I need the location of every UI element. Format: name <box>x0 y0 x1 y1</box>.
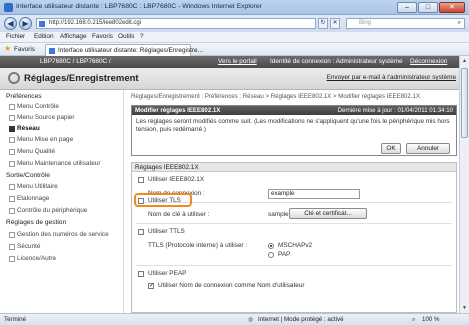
browser-tab[interactable]: Interface utilisateur distante: Réglages… <box>45 44 203 56</box>
ieee-settings-section: Réglages IEEE802.1X Utiliser IEEE802.1X … <box>131 162 457 313</box>
ok-button[interactable]: OK <box>381 143 401 154</box>
ttls-pap-radio[interactable] <box>268 252 274 258</box>
sidebar-item-numeros-service[interactable]: Gestion des numéros de service <box>9 231 109 238</box>
status-text: Terminé <box>4 316 27 323</box>
menu-favoris[interactable]: Favoris <box>92 33 113 40</box>
use-ttls-checkbox[interactable] <box>138 229 144 235</box>
use-peap-checkbox[interactable] <box>138 271 144 277</box>
use-tls-checkbox[interactable] <box>138 198 144 204</box>
menu-affichage[interactable]: Affichage <box>60 33 87 40</box>
forward-button[interactable]: ▶ <box>19 17 32 30</box>
status-bar: Terminé ◍ Internet | Mode protégé : acti… <box>0 313 469 325</box>
search-icon[interactable]: ⌕ <box>458 19 461 28</box>
key-name-value: sample <box>268 211 289 218</box>
login-info: Identité de connexion : Administrateur s… <box>270 58 403 65</box>
sidebar-item-source-papier[interactable]: Menu Source papier <box>9 114 75 121</box>
sidebar-group-gestion: Réglages de gestion <box>6 219 67 226</box>
address-toolbar: ◀ ▶ http://192.168.0.215/iee802edit.cgi … <box>0 15 469 32</box>
sidebar-item-qualite[interactable]: Menu Qualité <box>8 148 55 155</box>
sidebar-item-securite[interactable]: Sécurité <box>8 243 40 250</box>
minimize-button[interactable]: – <box>397 2 417 13</box>
dialog-header: Modifier réglages IEEE802.1X Dernière mi… <box>132 106 456 115</box>
use-login-as-user-label: Utiliser Nom de connexion comme Nom d'ut… <box>158 282 305 289</box>
breadcrumb: Réglages/Enregistrement : Préférences : … <box>131 93 420 100</box>
use-ttls-label: Utiliser TTLS <box>148 228 185 235</box>
logout-link[interactable]: Déconnexion <box>410 58 447 65</box>
page-header: Réglages/Enregistrement Envoyer par e-ma… <box>0 68 469 90</box>
sidebar-item-etalonnage[interactable]: Etalonnage <box>8 195 49 202</box>
stop-button[interactable]: ✕ <box>330 18 340 29</box>
ie-app-icon <box>4 3 13 12</box>
sidebar-group-sortie: Sortie/Contrôle <box>6 172 50 179</box>
ttls-mschapv2-label: MSCHAPv2 <box>278 242 313 249</box>
status-zone: Internet | Mode protégé : activé <box>258 316 344 323</box>
menu-bar: Fichier Edition Affichage Favoris Outils… <box>0 32 469 43</box>
use-peap-label: Utiliser PEAP <box>148 270 187 277</box>
zoom-level[interactable]: 100 % <box>422 316 440 323</box>
globe-icon: ◍ <box>248 316 254 323</box>
sidebar-item-licence[interactable]: Licence/Autre <box>8 255 56 262</box>
favorites-label[interactable]: Favoris <box>14 46 35 53</box>
use-ieee-label: Utiliser IEEE802.1X <box>148 176 205 183</box>
tab-favicon-icon <box>49 48 55 54</box>
page-title: Réglages/Enregistrement <box>24 73 139 84</box>
sidebar-group-preferences: Préférences <box>6 93 42 100</box>
page-favicon-icon <box>39 21 45 27</box>
search-placeholder: Bing <box>359 20 372 26</box>
favorites-bar: ★ Favoris Interface utilisateur distante… <box>0 43 469 56</box>
window-title: Interface utilisateur distante : LBP7680… <box>16 3 262 10</box>
menu-outils[interactable]: Outils <box>118 33 134 40</box>
vertical-scrollbar[interactable]: ▲ ▼ <box>459 56 469 313</box>
divider <box>136 265 452 266</box>
ttls-pap-label: PAP <box>278 251 291 258</box>
ttls-mschapv2-radio[interactable] <box>268 243 274 249</box>
sidebar-item-mise-en-page[interactable]: Menu Mise en page <box>8 136 73 143</box>
sidebar: Préférences Menu Contrôle Menu Source pa… <box>0 90 124 313</box>
cancel-button[interactable]: Annuler <box>406 143 450 154</box>
use-login-as-user-checkbox[interactable] <box>148 282 154 289</box>
refresh-button[interactable]: ↻ <box>318 18 328 29</box>
back-button[interactable]: ◀ <box>4 17 17 30</box>
settings-logo-icon <box>8 72 20 84</box>
scroll-down-icon[interactable]: ▼ <box>461 304 468 312</box>
favorites-star-icon[interactable]: ★ <box>4 45 11 53</box>
sidebar-item-utilitaire[interactable]: Menu Utilitaire <box>9 183 58 190</box>
dialog-title: Modifier réglages IEEE802.1X <box>135 107 221 114</box>
close-button[interactable]: ✕ <box>439 2 465 13</box>
key-certificate-button[interactable]: Clé et certificat... <box>289 208 367 219</box>
portal-link[interactable]: Vers le portail <box>218 58 257 65</box>
menu-help[interactable]: ? <box>140 33 144 40</box>
use-tls-label: Utiliser TLS <box>148 197 181 204</box>
menu-edition[interactable]: Edition <box>34 33 54 40</box>
edit-dialog: Modifier réglages IEEE802.1X Dernière mi… <box>131 105 457 156</box>
menu-fichier[interactable]: Fichier <box>6 33 25 40</box>
search-input[interactable]: Bing ⌕ <box>346 18 465 29</box>
scroll-up-icon[interactable]: ▲ <box>461 57 468 65</box>
tab-title: Interface utilisateur distante: Réglages… <box>58 47 203 54</box>
key-name-label: Nom de clé à utiliser : <box>148 211 210 218</box>
use-ieee-checkbox[interactable] <box>138 177 144 183</box>
section-title: Réglages IEEE802.1X <box>135 164 199 171</box>
ttls-protocol-label: TTLS (Protocole interne) à utiliser : <box>148 242 248 249</box>
product-model: LBP7680C / LBP7680C / <box>40 58 111 65</box>
scroll-thumb[interactable] <box>461 68 468 138</box>
address-input[interactable]: http://192.168.0.215/iee802edit.cgi <box>36 18 316 29</box>
dialog-message: Les réglages seront modifiés comme suit.… <box>136 118 450 133</box>
divider <box>136 223 452 224</box>
login-name-input[interactable]: example <box>268 189 360 199</box>
sidebar-item-maintenance[interactable]: Menu Maintenance utilisateur <box>8 160 100 167</box>
zoom-icon[interactable]: ⌕ <box>412 316 415 324</box>
page-content: LBP7680C / LBP7680C / Vers le portail Id… <box>0 56 469 313</box>
product-bar: LBP7680C / LBP7680C / Vers le portail Id… <box>0 56 469 68</box>
maximize-button[interactable]: □ <box>418 2 438 13</box>
sidebar-item-menu-controle[interactable]: Menu Contrôle <box>9 103 59 110</box>
last-update: Dernière mise à jour : 01/04/2011 01:34:… <box>337 107 453 114</box>
sidebar-item-reseau[interactable]: Réseau <box>9 125 40 132</box>
sidebar-item-controle-peripherique[interactable]: Contrôle du périphérique <box>8 207 87 214</box>
address-url: http://192.168.0.215/iee802edit.cgi <box>49 20 142 26</box>
main-panel: Réglages/Enregistrement : Préférences : … <box>128 90 459 313</box>
section-header: Réglages IEEE802.1X <box>132 163 456 172</box>
window-title-bar: Interface utilisateur distante : LBP7680… <box>0 0 469 15</box>
mail-admin-link[interactable]: Envoyer par e-mail à l'administrateur sy… <box>327 74 456 81</box>
